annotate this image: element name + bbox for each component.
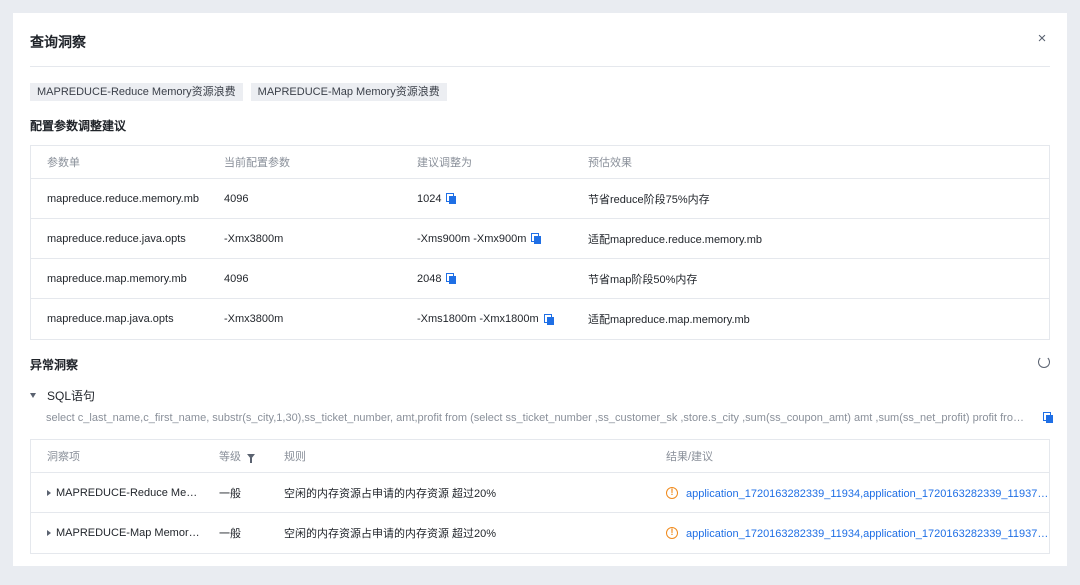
- table-row: MAPREDUCE-Map Memory… 一般 空闲的内存资源占申请的内存资源…: [31, 513, 1049, 553]
- insight-table: 洞察项 等级 规则 结果/建议 MAPREDUCE-Reduce Memo… 一…: [30, 439, 1050, 554]
- item-name: MAPREDUCE-Reduce Memo…: [56, 486, 203, 499]
- copy-icon[interactable]: [1043, 412, 1053, 423]
- table-row: mapreduce.reduce.memory.mb 4096 1024 节省r…: [31, 179, 1049, 219]
- tag-map-memory: MAPREDUCE-Map Memory资源浪费: [250, 83, 447, 101]
- param-name: mapreduce.reduce.java.opts: [47, 232, 186, 245]
- copy-icon[interactable]: [446, 193, 457, 204]
- suggest-value: 2048: [417, 272, 442, 285]
- effect-value: 适配mapreduce.map.memory.mb: [588, 314, 750, 326]
- suggest-value: -Xms900m -Xmx900m: [417, 232, 527, 245]
- copy-icon[interactable]: [543, 313, 554, 325]
- suggest-value: -Xms1800m -Xmx1800m: [417, 313, 539, 325]
- warning-icon: !: [666, 527, 678, 539]
- modal-title: 查询洞察: [30, 34, 86, 50]
- config-table-header: 参数单 当前配置参数 建议调整为 预估效果: [31, 146, 1049, 179]
- item-cell[interactable]: MAPREDUCE-Map Memory…: [31, 527, 203, 539]
- effect-value: 适配mapreduce.reduce.memory.mb: [588, 233, 763, 246]
- caret-down-icon: [30, 393, 36, 398]
- header-level-cell: 等级: [203, 448, 268, 464]
- result-apps[interactable]: application_1720163282339_11934,applicat…: [686, 528, 1048, 540]
- suggest-cell: 2048: [401, 273, 572, 285]
- expand-caret-icon[interactable]: [47, 489, 51, 496]
- header-level: 等级: [219, 451, 241, 463]
- warning-icon: !: [666, 486, 678, 499]
- anomaly-section-title: 异常洞察: [30, 358, 79, 372]
- header-rule: 规则: [284, 451, 306, 463]
- current-value: 4096: [224, 192, 249, 205]
- param-name: mapreduce.reduce.memory.mb: [47, 192, 200, 205]
- close-button[interactable]: ×: [1034, 31, 1050, 47]
- config-section-title: 配置参数调整建议: [30, 119, 127, 133]
- expand-caret-icon[interactable]: [47, 530, 51, 536]
- table-row: MAPREDUCE-Reduce Memo… 一般 空闲的内存资源占申请的内存资…: [31, 473, 1049, 513]
- sql-toggle[interactable]: SQL语句: [30, 387, 95, 404]
- refresh-icon[interactable]: [1038, 356, 1050, 368]
- item-cell[interactable]: MAPREDUCE-Reduce Memo…: [31, 487, 203, 499]
- item-name: MAPREDUCE-Map Memory…: [56, 527, 203, 539]
- header-result: 结果/建议: [666, 451, 714, 463]
- rule-text: 空闲的内存资源占申请的内存资源 超过20%: [284, 528, 497, 540]
- param-name: mapreduce.map.memory.mb: [47, 272, 187, 285]
- effect-value: 节省reduce阶段75%内存: [588, 193, 710, 206]
- filter-icon[interactable]: [247, 453, 255, 463]
- header-item: 洞察项: [47, 451, 80, 463]
- modal-header: 查询洞察 ×: [30, 13, 1050, 67]
- copy-icon[interactable]: [531, 233, 542, 244]
- header-param: 参数单: [47, 157, 80, 169]
- header-current: 当前配置参数: [224, 157, 290, 169]
- suggest-cell: -Xms900m -Xmx900m: [401, 233, 572, 245]
- copy-icon[interactable]: [446, 273, 457, 284]
- result-link[interactable]: application_1720163282339_11934,applicat…: [686, 525, 1049, 541]
- sql-statement: select c_last_name,c_first_name, substr(…: [46, 412, 1031, 424]
- result-cell: ! application_1720163282339_11934,applica…: [650, 485, 1049, 501]
- sql-label: SQL语句: [47, 389, 96, 403]
- param-name: mapreduce.map.java.opts: [47, 313, 174, 325]
- current-value: 4096: [224, 272, 249, 285]
- current-value: -Xmx3800m: [224, 313, 284, 325]
- table-row: mapreduce.reduce.java.opts -Xmx3800m -Xm…: [31, 219, 1049, 259]
- result-link[interactable]: application_1720163282339_11934,applicat…: [686, 485, 1049, 501]
- table-row: mapreduce.map.memory.mb 4096 2048 节省map阶…: [31, 259, 1049, 299]
- suggest-cell: -Xms1800m -Xmx1800m: [401, 313, 572, 325]
- effect-value: 节省map阶段50%内存: [588, 273, 698, 286]
- level-value: 一般: [219, 487, 241, 500]
- tag-reduce-memory: MAPREDUCE-Reduce Memory资源浪费: [30, 83, 243, 101]
- insight-table-header: 洞察项 等级 规则 结果/建议: [31, 440, 1049, 473]
- level-value: 一般: [219, 528, 241, 540]
- insight-modal: 查询洞察 × MAPREDUCE-Reduce Memory资源浪费 MAPRE…: [13, 13, 1067, 566]
- suggest-cell: 1024: [401, 193, 572, 205]
- config-table: 参数单 当前配置参数 建议调整为 预估效果 mapreduce.reduce.m…: [30, 145, 1050, 340]
- suggest-value: 1024: [417, 192, 442, 205]
- header-suggest: 建议调整为: [417, 157, 472, 169]
- rule-text: 空闲的内存资源占申请的内存资源 超过20%: [284, 487, 497, 500]
- current-value: -Xmx3800m: [224, 232, 284, 245]
- result-cell: ! application_1720163282339_11934,applica…: [650, 525, 1049, 541]
- table-row: mapreduce.map.java.opts -Xmx3800m -Xms18…: [31, 299, 1049, 339]
- header-effect: 预估效果: [588, 157, 632, 169]
- result-apps[interactable]: application_1720163282339_11934,applicat…: [686, 488, 1048, 500]
- tag-list: MAPREDUCE-Reduce Memory资源浪费 MAPREDUCE-Ma…: [30, 83, 447, 101]
